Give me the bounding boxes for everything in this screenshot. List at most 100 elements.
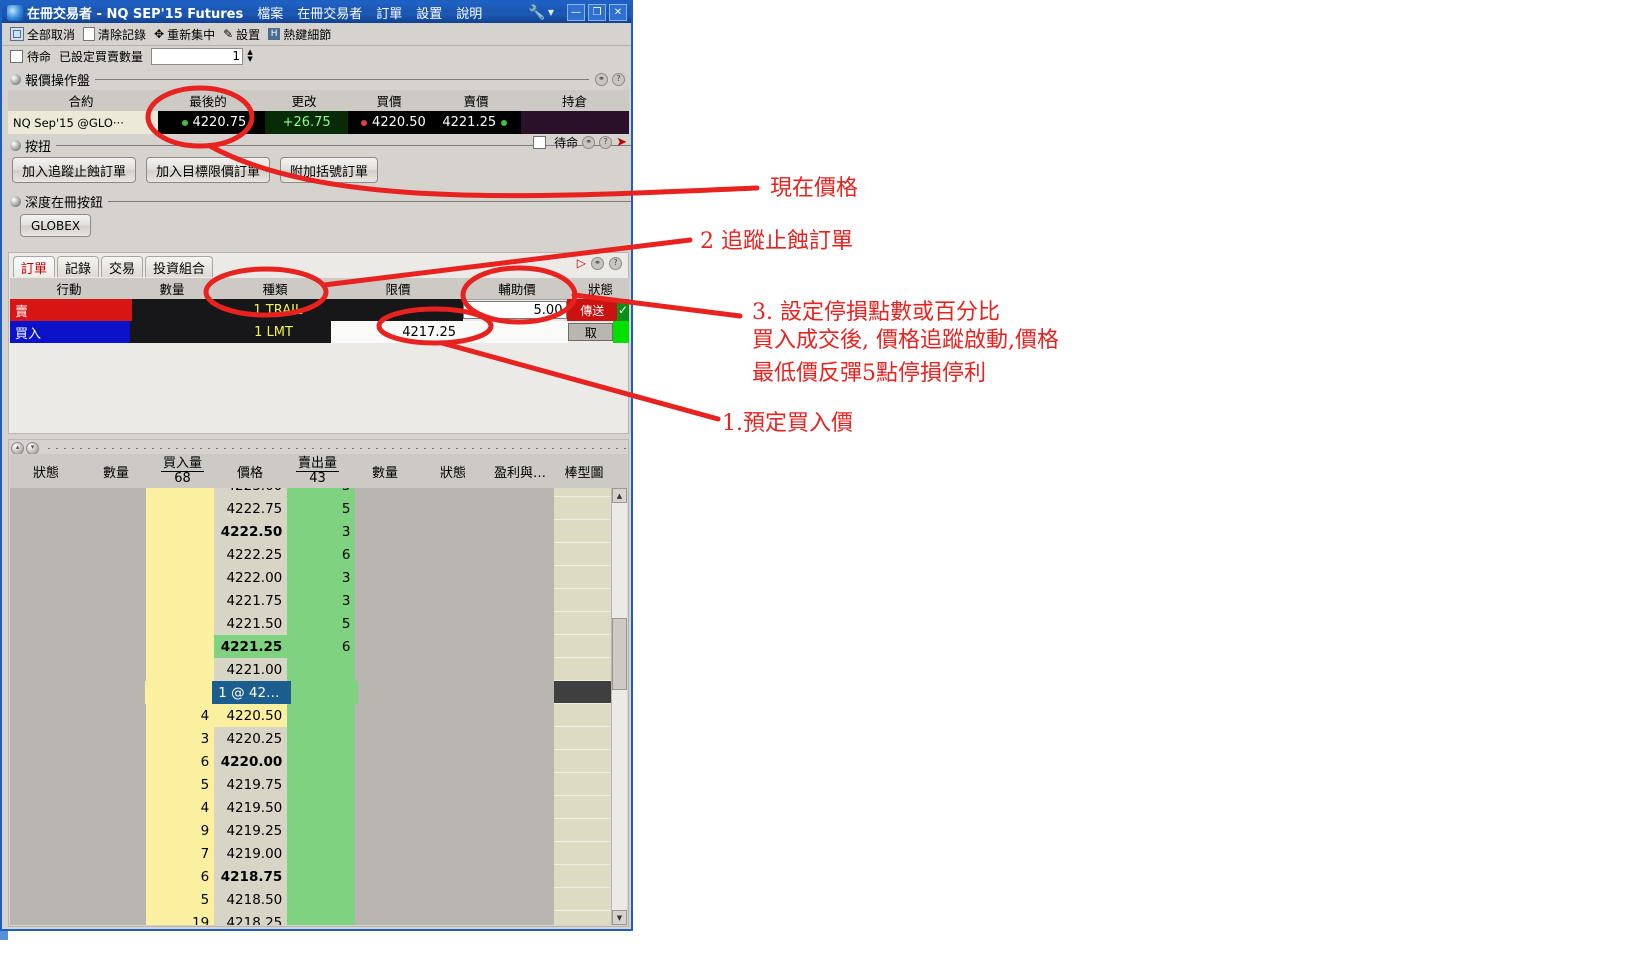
- ladder-cell-qty[interactable]: [79, 727, 147, 750]
- ladder-cell-qty[interactable]: [79, 520, 147, 543]
- ladder-row[interactable]: 4222.00 3: [10, 566, 612, 589]
- ladder-cell-ask-size[interactable]: [290, 681, 359, 704]
- ladder-row[interactable]: 5 4219.75: [10, 773, 612, 796]
- ladder-cell-bar[interactable]: [553, 750, 612, 773]
- ladder-cell-status[interactable]: [10, 497, 80, 520]
- group-collapse-icon-2[interactable]: [10, 139, 21, 151]
- ladder-scrollbar[interactable]: ▲ ▼: [611, 488, 627, 925]
- ladder-row[interactable]: 4222.25 6: [10, 543, 612, 566]
- link-icon-3[interactable]: ⚭: [591, 256, 604, 270]
- ladder-cell-qty2[interactable]: [355, 589, 424, 612]
- ladder-cell-ask-size[interactable]: 6: [287, 543, 356, 566]
- ladder-cell-price[interactable]: 4221.50: [214, 612, 288, 635]
- ladder-cell-bar[interactable]: [553, 520, 612, 543]
- ladder-cell-qty[interactable]: [79, 658, 147, 681]
- link-icon[interactable]: ⚭: [595, 72, 608, 86]
- order-row-buy-limit[interactable]: 買入 1 LMT 4217.25 取: [10, 321, 629, 343]
- ladder-cell-price[interactable]: 4222.25: [214, 543, 288, 566]
- group-collapse-icon[interactable]: [10, 73, 21, 85]
- ladder-scroll-down-icon[interactable]: ▾: [26, 441, 39, 455]
- ladder-cell-price[interactable]: 4220.50: [214, 704, 288, 727]
- ladder-cell-bar[interactable]: [553, 497, 612, 520]
- order-action-sell[interactable]: 賣: [10, 299, 133, 321]
- menu-item-help[interactable]: 說明: [456, 3, 482, 22]
- ladder-cell-qty[interactable]: [79, 635, 147, 658]
- ladder-cell-price[interactable]: 4218.75: [214, 865, 288, 888]
- ladder-cell-status[interactable]: [10, 543, 80, 566]
- ladder-cell-qty2[interactable]: [355, 612, 424, 635]
- toolbar-hotkeys[interactable]: H 熱鍵細節: [268, 26, 331, 43]
- ladder-cell-own-order[interactable]: 1 @ 42…: [212, 681, 291, 704]
- ladder-cell-pnl[interactable]: [487, 819, 554, 842]
- scrollbar-down-button[interactable]: ▼: [612, 910, 627, 925]
- ladder-row[interactable]: 6 4218.75: [10, 865, 612, 888]
- ladder-cell-ask-size[interactable]: 5: [287, 488, 356, 497]
- ladder-cell-qty2[interactable]: [355, 865, 424, 888]
- scrollbar-up-button[interactable]: ▲: [612, 488, 627, 503]
- help-icon-2[interactable]: ?: [599, 136, 613, 149]
- menu-item-settings[interactable]: 設置: [416, 3, 442, 22]
- ladder-cell-ask-size[interactable]: [287, 796, 356, 819]
- ladder-cell-bid-size[interactable]: [146, 543, 215, 566]
- ladder-cell-qty[interactable]: [79, 566, 147, 589]
- ladder-cell-status[interactable]: [10, 888, 80, 911]
- ladder-cell-qty2[interactable]: [355, 773, 424, 796]
- ladder-cell-bar[interactable]: [553, 543, 612, 566]
- ladder-cell-ask-size[interactable]: [287, 750, 356, 773]
- order-type-trail[interactable]: 1 TRAIL: [219, 299, 337, 321]
- ladder-row[interactable]: 7 4219.00: [10, 842, 612, 865]
- ladder-cell-price[interactable]: 4219.75: [214, 773, 288, 796]
- ladder-cell-status2[interactable]: [425, 681, 489, 704]
- close-button[interactable]: ✕: [609, 4, 627, 21]
- ladder-cell-pnl[interactable]: [487, 704, 554, 727]
- ladder-row[interactable]: 4 4219.50: [10, 796, 612, 819]
- ladder-cell-status2[interactable]: [423, 888, 488, 911]
- page-icon[interactable]: ▷: [577, 256, 586, 270]
- minimize-button[interactable]: —: [567, 4, 585, 21]
- ladder-cell-price[interactable]: 4218.50: [214, 888, 288, 911]
- ladder-cell-status[interactable]: [10, 842, 80, 865]
- ladder-cell-pnl[interactable]: [487, 888, 554, 911]
- ladder-cell-price[interactable]: 4220.00: [214, 750, 288, 773]
- ladder-cell-price[interactable]: 4219.25: [214, 819, 288, 842]
- ladder-cell-status2[interactable]: [423, 796, 488, 819]
- ladder-cell-status2[interactable]: [423, 497, 488, 520]
- ladder-cell-pnl[interactable]: [487, 796, 554, 819]
- ladder-cell-pnl[interactable]: [487, 488, 554, 497]
- ladder-cell-ask-size[interactable]: [287, 819, 356, 842]
- ladder-cell-status2[interactable]: [423, 635, 488, 658]
- ladder-cell-price[interactable]: 4219.50: [214, 796, 288, 819]
- ladder-cell-status[interactable]: [10, 773, 80, 796]
- ladder-cell-ask-size[interactable]: 5: [287, 497, 356, 520]
- ladder-cell-price[interactable]: 4221.75: [214, 589, 288, 612]
- ladder-cell-status2[interactable]: [423, 520, 488, 543]
- ladder-row[interactable]: 4222.75 5: [10, 497, 612, 520]
- ladder-cell-bar[interactable]: [553, 773, 612, 796]
- ladder-cell-qty2[interactable]: [355, 497, 424, 520]
- ladder-cell-qty2[interactable]: [355, 488, 424, 497]
- menu-item-file[interactable]: 檔案: [257, 3, 283, 22]
- ladder-cell-pnl[interactable]: [487, 658, 554, 681]
- ladder-cell-pnl[interactable]: [487, 635, 554, 658]
- ladder-row[interactable]: 3 4220.25: [10, 727, 612, 750]
- scrollbar-thumb[interactable]: [612, 618, 627, 690]
- toolbar-clear-log[interactable]: 清除記錄: [83, 26, 146, 43]
- ladder-row[interactable]: 4223.005: [10, 488, 612, 497]
- ladder-cell-bar[interactable]: [553, 727, 612, 750]
- ladder-cell-status2[interactable]: [423, 566, 488, 589]
- ladder-cell-status[interactable]: [10, 865, 80, 888]
- ladder-cell-pnl[interactable]: [487, 589, 554, 612]
- ladder-cell-bid-size[interactable]: [146, 635, 215, 658]
- ladder-row[interactable]: 19 4218.25: [10, 911, 612, 925]
- ladder-cell-bar[interactable]: [553, 566, 612, 589]
- ladder-cell-ask-size[interactable]: [287, 888, 356, 911]
- ladder-cell-pnl[interactable]: [487, 543, 554, 566]
- ladder-cell-bid-size[interactable]: 6: [146, 750, 215, 773]
- ladder-cell-pnl[interactable]: [487, 520, 554, 543]
- ladder-cell-ask-size[interactable]: [287, 658, 356, 681]
- ladder-rows[interactable]: 4223.0054222.7554222.5034222.2564222.003…: [10, 488, 612, 925]
- ladder-cell-pnl[interactable]: [487, 911, 554, 925]
- attach-bracket-order-button[interactable]: 附加括號訂單: [280, 157, 379, 183]
- ladder-cell-qty2[interactable]: [355, 819, 424, 842]
- ladder-cell-ask-size[interactable]: [287, 911, 356, 925]
